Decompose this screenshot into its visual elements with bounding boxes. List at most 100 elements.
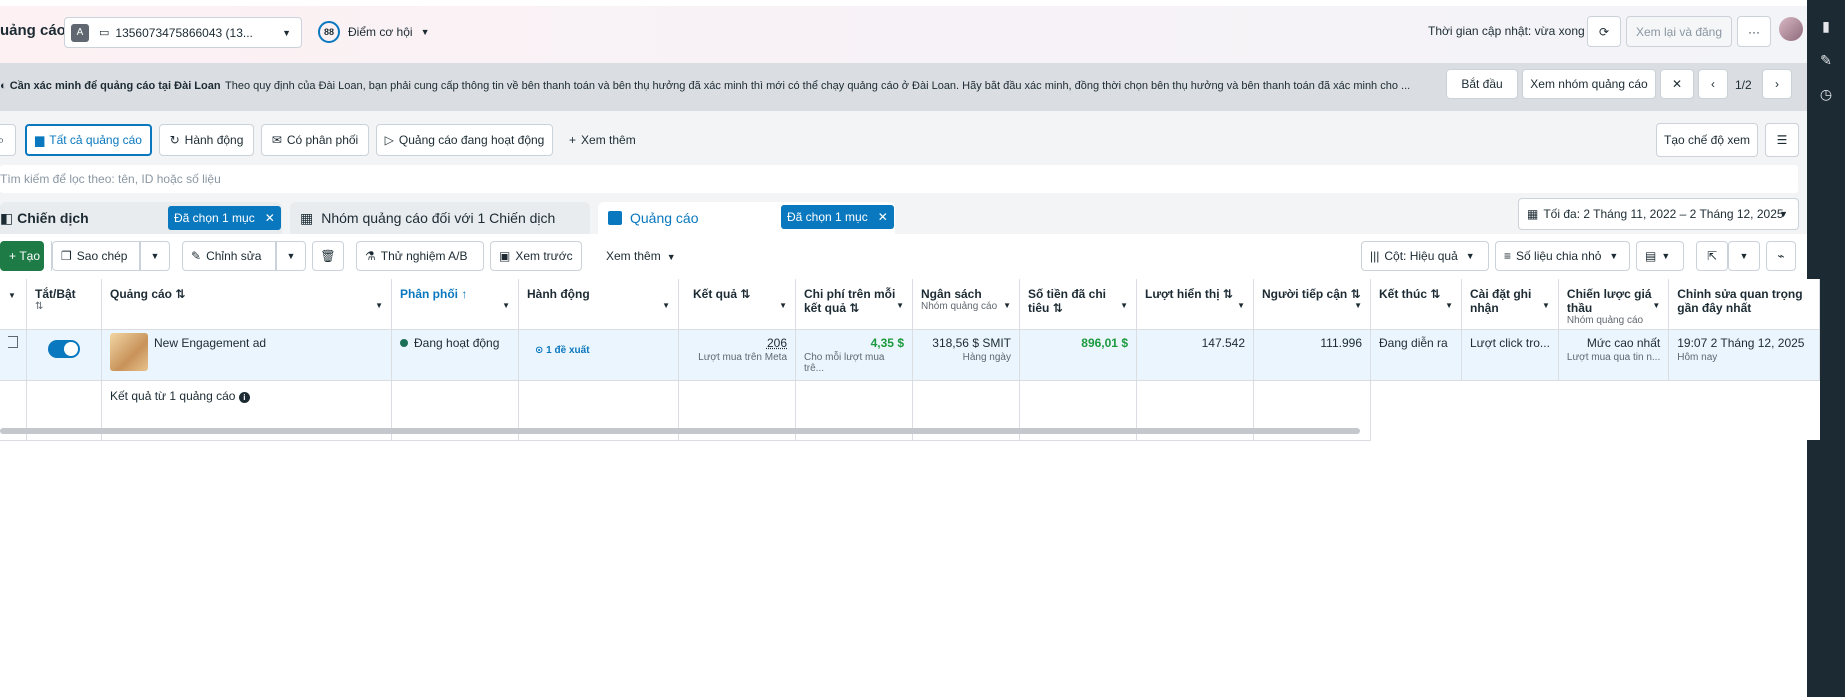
search-icon: ⌕ (0, 132, 5, 147)
columns-selector[interactable]: ||| Cột: Hiệu quả ▼ (1361, 241, 1489, 271)
row-ad-name[interactable]: New Engagement ad (101, 329, 392, 381)
avatar[interactable] (1779, 17, 1803, 41)
refresh-button[interactable]: ⟳ (1587, 16, 1621, 47)
search-button[interactable]: ⌕ (0, 124, 16, 156)
close-icon: ✕ (1671, 77, 1683, 91)
sort-icon: ⇅ (35, 301, 44, 312)
chevron-down-icon: ▼ (662, 301, 670, 310)
account-selector[interactable]: A ▭ 1356073475866043 (13... ▼ (64, 17, 302, 48)
next-notice-button[interactable]: › (1762, 69, 1792, 99)
chevron-down-icon: ▼ (1237, 301, 1245, 310)
folder-icon: ▆ (35, 133, 45, 147)
header-amount-spent[interactable]: Số tiền đã chi tiêu ⇅ ▼ (1019, 279, 1137, 330)
filter-actions[interactable]: ↻ Hành động (159, 124, 254, 156)
reports-button[interactable]: ▤ ▼ (1636, 241, 1684, 271)
tab-adsets[interactable]: ▦ Nhóm quảng cáo đối với 1 Chiến dịch (290, 202, 590, 234)
prev-notice-button[interactable]: ‹ (1698, 69, 1728, 99)
chevron-down-icon: ▼ (286, 251, 296, 261)
edit-dropdown[interactable]: ▼ (276, 241, 306, 271)
chevron-down-icon: ▼ (896, 301, 904, 310)
header-bid-strategy[interactable]: Chiến lược giá thầu Nhóm quảng cáo ▼ (1558, 279, 1670, 330)
clock-icon[interactable]: ◷ (1818, 86, 1834, 102)
header-delivery[interactable]: Phân phối ↑ ▼ (391, 279, 519, 330)
chevron-down-icon: ▼ (1445, 301, 1453, 310)
pencil-icon[interactable]: ✎ (1818, 52, 1834, 68)
sort-icon: ⇅ (849, 301, 860, 315)
sort-icon: ⇅ (175, 287, 186, 301)
row-impressions: 147.542 (1136, 329, 1254, 381)
export-dropdown[interactable]: ▼ (1728, 241, 1760, 271)
view-adset-button[interactable]: Xem nhóm quảng cáo (1522, 69, 1656, 99)
row-budget: 318,56 $ SMIT Hàng ngày (912, 329, 1020, 381)
opportunity-score[interactable]: 88 Điểm cơ hội ▼ (318, 21, 429, 43)
create-button[interactable]: + Tạo (0, 241, 44, 271)
page-title: uảng cáo (0, 22, 66, 39)
delete-button[interactable]: 🗑 (312, 241, 344, 271)
filter-see-more[interactable]: + Xem thêm (569, 133, 636, 147)
table-row[interactable]: New Engagement ad Đang hoạt động ⊙ 1 đề … (0, 329, 1821, 381)
header-last-edit[interactable]: Chỉnh sửa quan trọng gần đây nhất (1668, 279, 1821, 330)
header-attribution[interactable]: Cài đặt ghi nhận ▼ (1461, 279, 1559, 330)
header-ends[interactable]: Kết thúc ⇅ ▼ (1370, 279, 1462, 330)
filter-all-ads[interactable]: ▆ Tất cả quảng cáo (25, 124, 152, 156)
header-reach[interactable]: Người tiếp cận ⇅ ▼ (1253, 279, 1371, 330)
review-publish-button[interactable]: Xem lại và đăng (1626, 16, 1732, 47)
info-icon[interactable]: i (238, 391, 250, 403)
image-icon: ▣ (499, 249, 511, 263)
toolbar-more[interactable]: Xem thêm ▼ (606, 249, 676, 263)
row-actions[interactable]: ⊙ 1 đề xuất (518, 329, 679, 381)
score-label: Điểm cơ hội (348, 25, 413, 39)
chart-icon[interactable]: ▮ (1818, 18, 1834, 34)
flask-icon: ⚗ (365, 249, 376, 263)
filter-active-ads[interactable]: ▷ Quảng cáo đang hoạt động (376, 124, 553, 156)
header-actions[interactable]: Hành động ▼ (518, 279, 679, 330)
preview-button[interactable]: ▣ Xem trước (490, 241, 582, 271)
create-view-button[interactable]: Tạo chế độ xem (1656, 123, 1758, 157)
chevron-down-icon: ▼ (8, 291, 16, 300)
chevron-down-icon: ▼ (502, 301, 510, 310)
header-ad[interactable]: Quảng cáo ⇅ ▼ (101, 279, 392, 330)
row-cost-per-result: 4,35 $ Cho mỗi lượt mua trê... (795, 329, 913, 381)
start-verification-button[interactable]: Bắt đầu (1446, 69, 1518, 99)
close-notice-button[interactable]: ✕ (1660, 69, 1694, 99)
search-input[interactable]: Tìm kiếm để lọc theo: tên, ID hoặc số li… (0, 165, 1798, 193)
horizontal-scrollbar[interactable] (0, 428, 1360, 434)
chevron-down-icon: ▼ (1779, 209, 1788, 219)
chart-button[interactable]: ⌁ (1766, 241, 1796, 271)
duplicate-button[interactable]: ❐ Sao chép (52, 241, 140, 271)
row-ends: Đang diễn ra (1370, 329, 1462, 381)
breakdown-selector[interactable]: ≡ Số liệu chia nhỏ ▼ (1495, 241, 1630, 271)
account-avatar: A (71, 23, 89, 42)
edit-button[interactable]: ✎ Chỉnh sửa (182, 241, 276, 271)
sort-icon: ⇅ (1052, 301, 1063, 315)
header-results[interactable]: Kết quả ⇅ ▼ (678, 279, 796, 330)
ads-selected-chip[interactable]: Đã chọn 1 mục ✕ (781, 205, 894, 229)
date-range-picker[interactable]: ▦ Tối đa: 2 Tháng 11, 2022 – 2 Tháng 12,… (1518, 198, 1799, 230)
row-attribution: Lượt click tro... (1461, 329, 1559, 381)
duplicate-dropdown[interactable]: ▼ (140, 241, 170, 271)
close-icon[interactable]: ✕ (878, 210, 888, 224)
row-checkbox[interactable] (0, 329, 27, 381)
header-impressions[interactable]: Lượt hiển thị ⇅ ▼ (1136, 279, 1254, 330)
recommendation-icon: ⊙ (535, 344, 547, 356)
ab-test-button[interactable]: ⚗ Thử nghiệm A/B (356, 241, 484, 271)
settings-sliders-button[interactable]: ☰ (1765, 123, 1799, 157)
breakdown-icon: ≡ (1504, 249, 1512, 263)
update-time: Thời gian cập nhật: vừa xong (1428, 24, 1585, 38)
select-all-header[interactable]: ▼ (0, 279, 27, 330)
chevron-down-icon: ▼ (1542, 301, 1550, 310)
row-results: 206 Lượt mua trên Meta (678, 329, 796, 381)
campaign-selected-chip[interactable]: Đã chọn 1 mục ✕ (168, 206, 281, 230)
export-button[interactable]: ⇱ (1696, 241, 1728, 271)
account-icon: ▭ (99, 27, 110, 39)
header-toggle[interactable]: Tắt/Bật ⇅ (26, 279, 102, 330)
tab-campaigns-label: ◧ Chiến dịch (0, 209, 89, 226)
ad-toggle[interactable] (48, 339, 80, 358)
header-budget[interactable]: Ngân sách Nhóm quảng cáo ▼ (912, 279, 1020, 330)
header-cost-per-result[interactable]: Chi phí trên mỗi kết quả ⇅ ▼ (795, 279, 913, 330)
trash-icon: 🗑 (320, 249, 336, 263)
close-icon[interactable]: ✕ (265, 211, 275, 225)
more-options-button[interactable]: ··· (1737, 16, 1771, 47)
filter-delivering[interactable]: ✉ Có phân phối (261, 124, 369, 156)
recommendation-link[interactable]: ⊙ 1 đề xuất (535, 345, 590, 356)
